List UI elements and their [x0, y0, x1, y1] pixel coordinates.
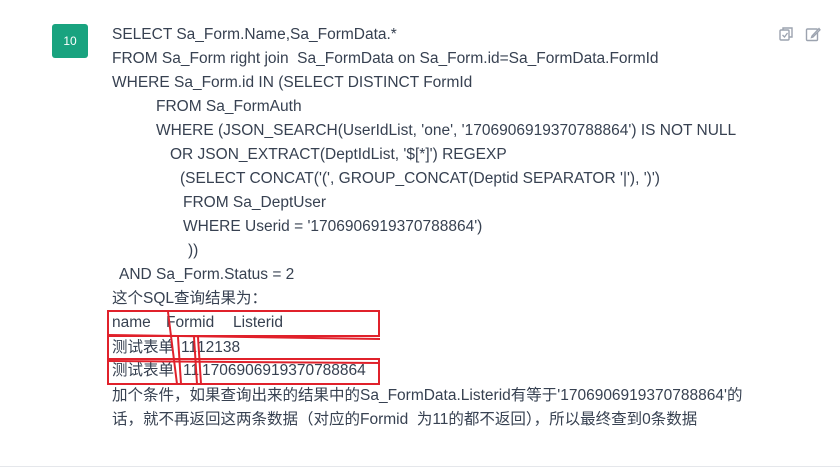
- edit-icon[interactable]: [805, 26, 821, 42]
- sql-line: FROM Sa_Form right join Sa_FormData on S…: [112, 50, 659, 67]
- sql-line: WHERE (JSON_SEARCH(UserIdList, 'one', '1…: [156, 122, 737, 139]
- sql-line: )): [188, 242, 199, 259]
- avatar-label: 10: [63, 34, 77, 48]
- sql-line: FROM Sa_DeptUser: [183, 194, 326, 211]
- sql-line: WHERE Sa_Form.id IN (SELECT DISTINCT For…: [112, 74, 473, 91]
- table-cell: 12138: [197, 339, 241, 356]
- divider: [0, 466, 840, 467]
- sql-line: (SELECT CONCAT('(', GROUP_CONCAT(Deptid …: [180, 170, 660, 187]
- sql-line: OR JSON_EXTRACT(DeptIdList, '$[*]') REGE…: [170, 146, 507, 163]
- clipboard-icon[interactable]: [778, 26, 794, 42]
- sql-line: AND Sa_Form.Status = 2: [119, 266, 295, 283]
- sql-line: FROM Sa_FormAuth: [156, 98, 302, 115]
- sql-line: WHERE Userid = '1706906919370788864'): [183, 218, 483, 235]
- result-intro: 这个SQL查询结果为：: [112, 290, 268, 307]
- explanation-line: 话，就不再返回这两条数据（对应的Formid 为11的都不返回），所以最终查到0…: [112, 411, 698, 428]
- explanation-line: 加个条件，如果查询出来的结果中的Sa_FormData.Listerid有等于'…: [112, 387, 743, 404]
- table-cell: 测试表单: [112, 339, 175, 356]
- table-cell: 11: [181, 339, 198, 356]
- message-avatar: 10: [52, 24, 88, 58]
- annotation-box: [107, 310, 380, 337]
- annotation-box: [107, 358, 380, 385]
- sql-line: SELECT Sa_Form.Name,Sa_FormData.*: [112, 26, 397, 43]
